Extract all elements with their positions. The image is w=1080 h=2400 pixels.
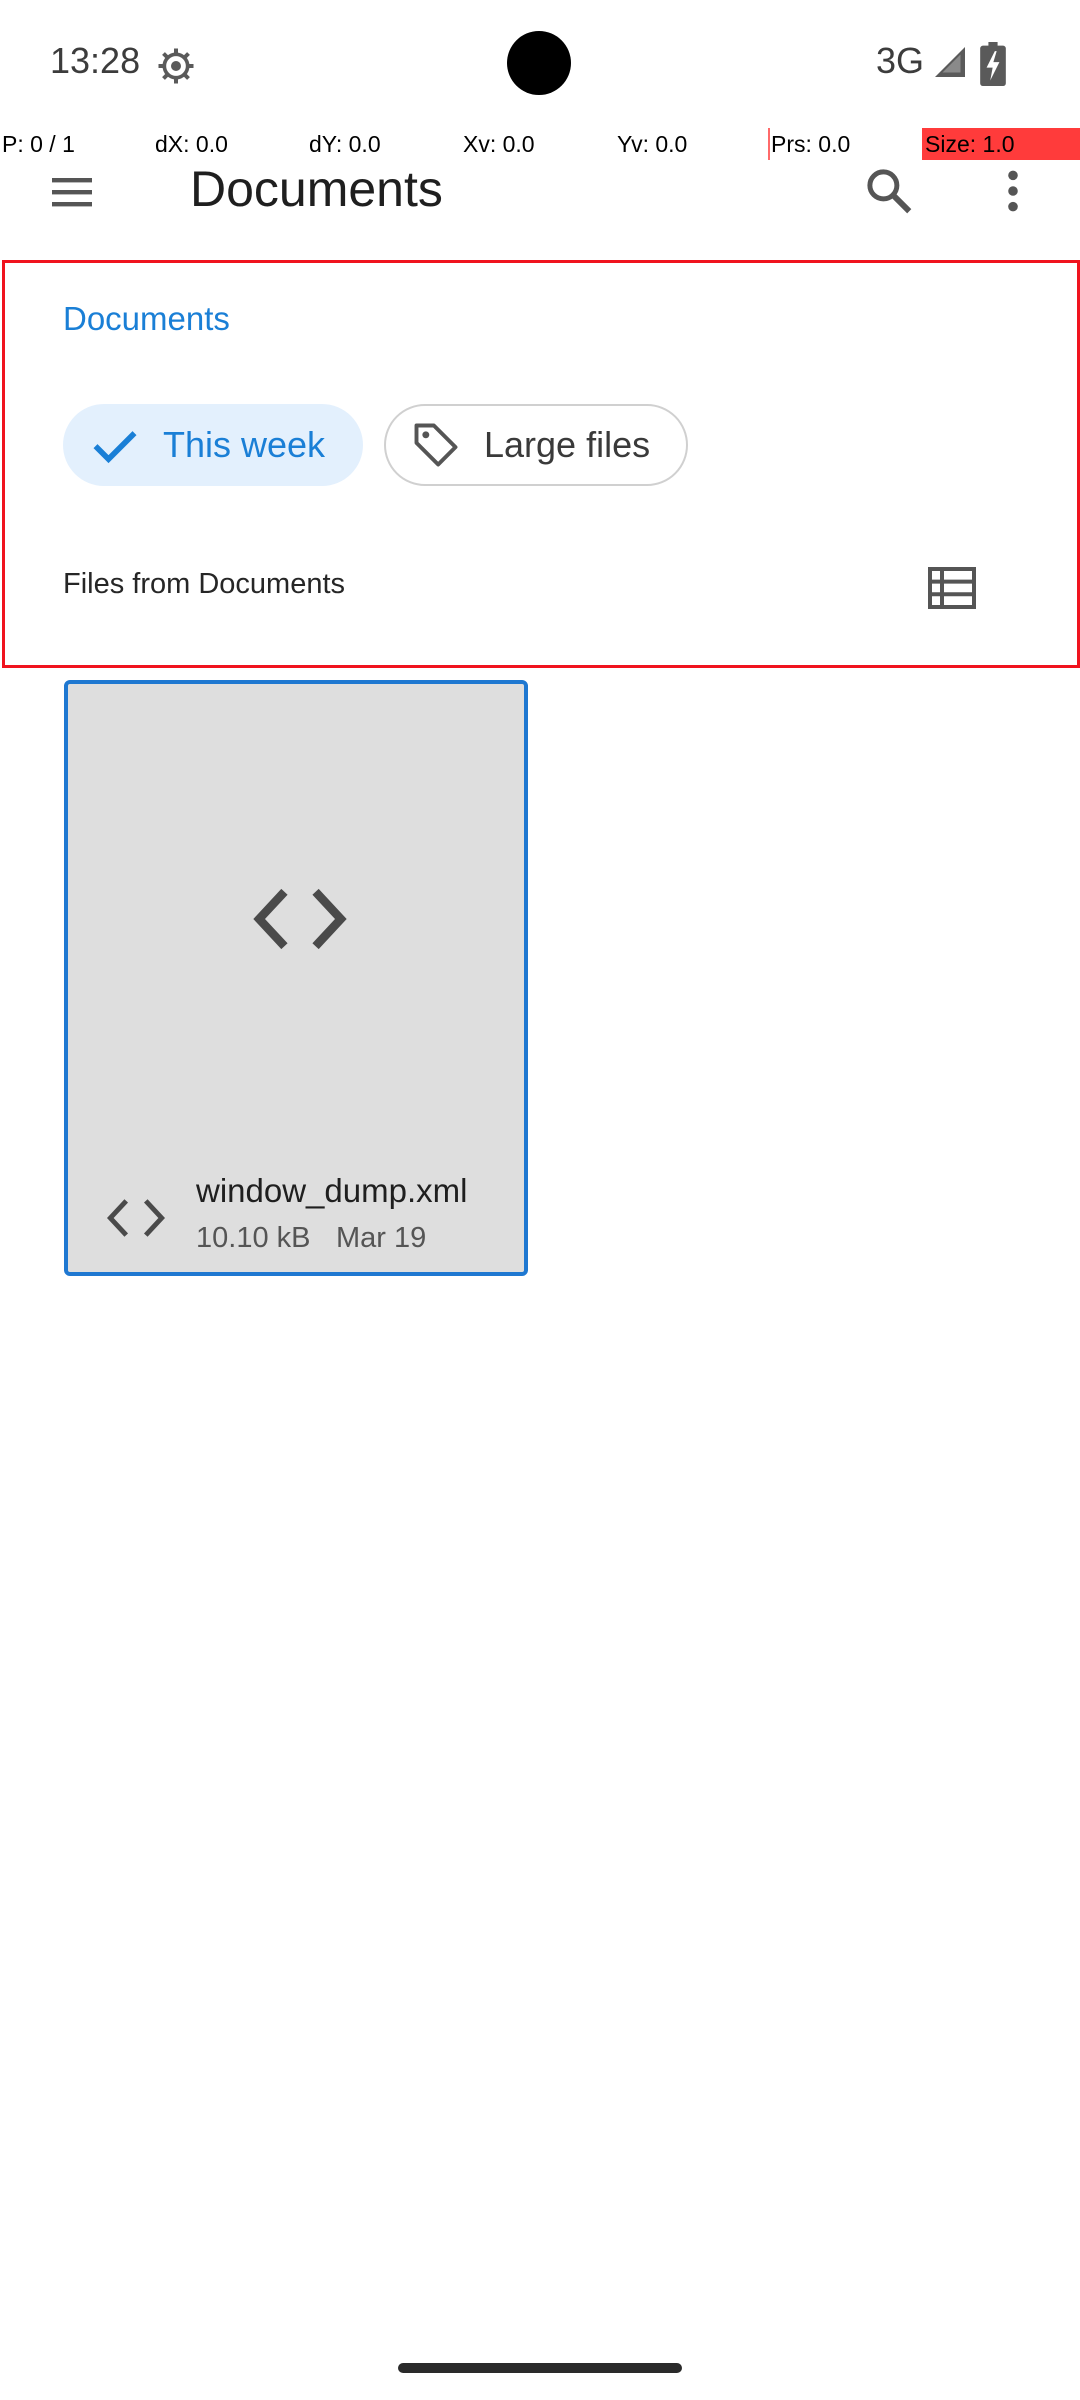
file-card[interactable]: window_dump.xml 10.10 kB Mar 19 [64, 680, 528, 1276]
tag-icon [414, 423, 458, 467]
status-time: 13:28 [50, 40, 141, 81]
files-section-label: Files from Documents [63, 568, 346, 600]
file-name: window_dump.xml [196, 1172, 468, 1209]
menu-icon[interactable] [48, 168, 96, 216]
battery-charging-icon [980, 42, 1006, 86]
chip-this-week[interactable]: This week [63, 404, 363, 486]
settings-gear-icon [158, 48, 194, 84]
overlay-separator [768, 128, 770, 160]
overlay-dx: dX: 0.0 [155, 131, 228, 157]
network-type-label: 3G [876, 40, 925, 81]
code-icon [106, 1199, 166, 1237]
camera-cutout [507, 31, 571, 95]
overlay-dy: dY: 0.0 [309, 131, 381, 157]
search-icon[interactable] [862, 164, 916, 218]
chip-label: This week [163, 424, 326, 465]
overlay-prs: Prs: 0.0 [771, 131, 851, 157]
file-date: Mar 19 [336, 1222, 427, 1254]
chip-large-files[interactable]: Large files [384, 404, 688, 486]
gesture-nav-bar[interactable] [398, 2363, 682, 2373]
section-title: Documents [63, 300, 230, 337]
file-size: 10.10 kB [196, 1222, 311, 1254]
signal-icon [935, 47, 965, 77]
code-icon [253, 888, 347, 950]
page-title: Documents [190, 161, 443, 217]
overlay-xv: Xv: 0.0 [463, 131, 535, 157]
list-view-icon[interactable] [928, 567, 976, 609]
overlay-size: Size: 1.0 [925, 131, 1015, 157]
overlay-pointer-count: P: 0 / 1 [2, 131, 75, 157]
check-icon [93, 431, 137, 464]
chip-label: Large files [484, 424, 651, 465]
overlay-yv: Yv: 0.0 [617, 131, 688, 157]
more-vert-icon[interactable] [988, 164, 1038, 218]
